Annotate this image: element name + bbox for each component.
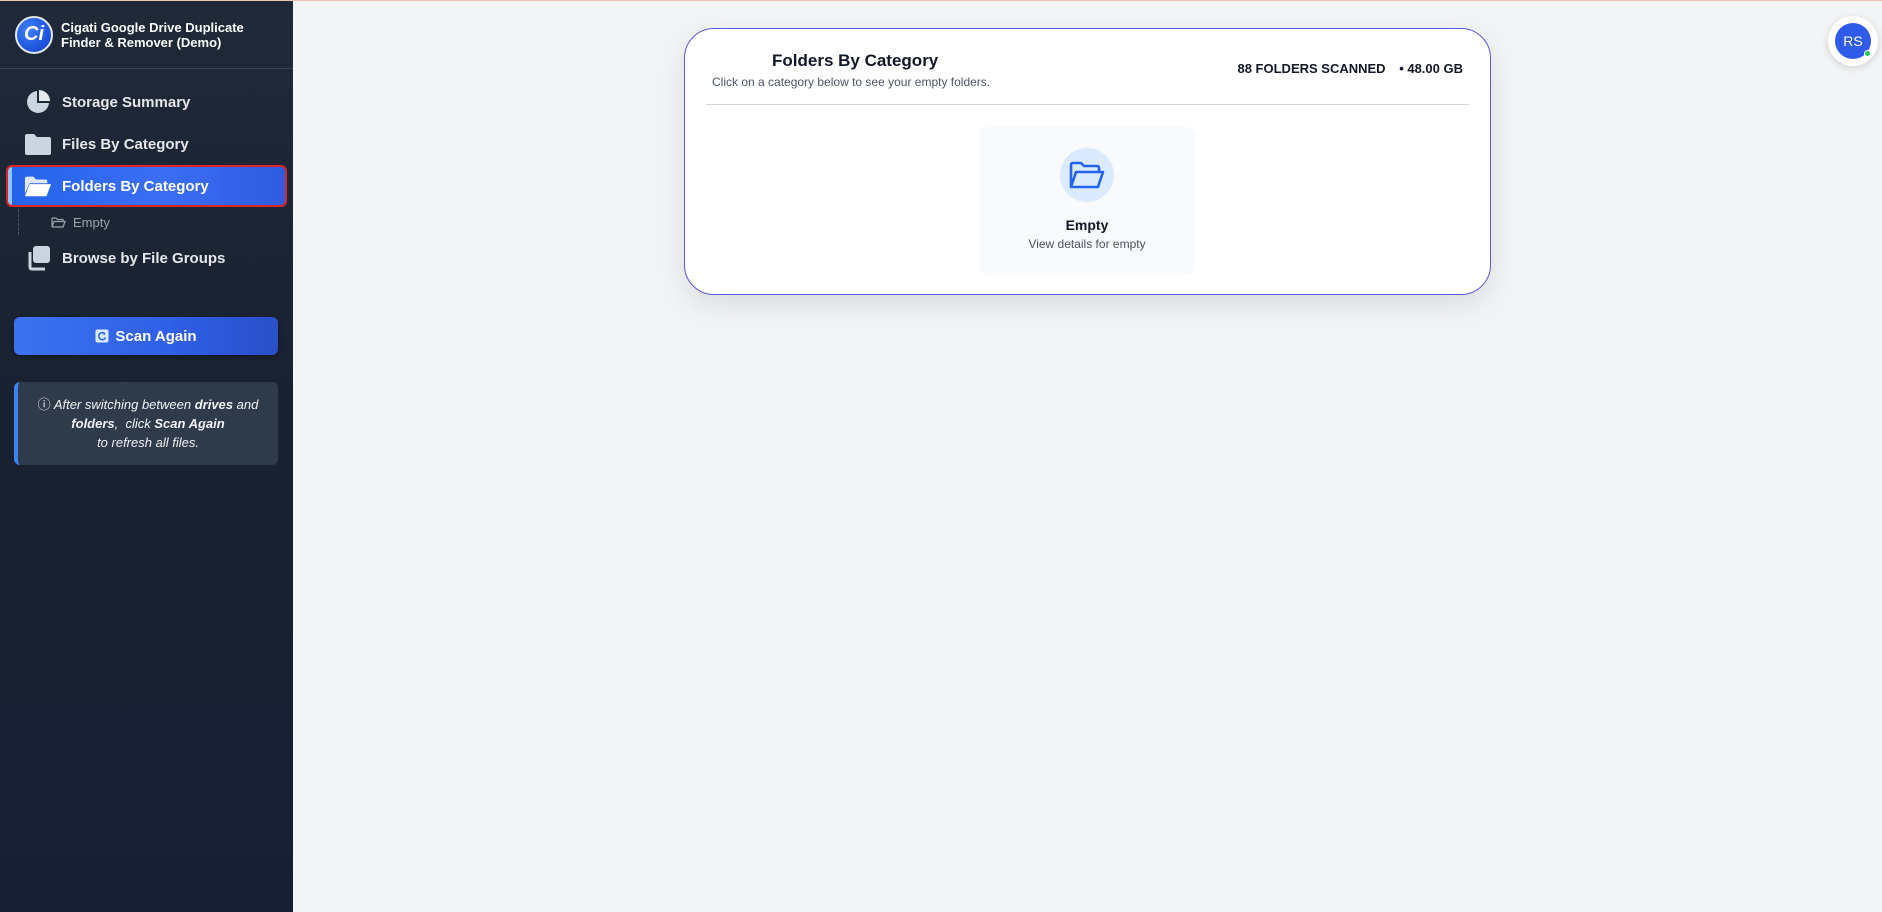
user-avatar-container: RS xyxy=(1828,16,1878,66)
sidebar-item-storage-summary[interactable]: Storage Summary xyxy=(8,83,285,121)
sidebar-item-label: Folders By Category xyxy=(62,177,209,195)
scan-again-label: Scan Again xyxy=(115,327,197,345)
sidebar-item-files-by-category[interactable]: Files By Category xyxy=(8,125,285,163)
folder-open-icon xyxy=(1060,148,1114,202)
note-line-2: folders, click Scan Again xyxy=(18,414,278,433)
online-status-dot xyxy=(1864,50,1871,57)
app-logo: Ci xyxy=(15,15,53,54)
sidebar: Ci Cigati Google Drive Duplicate Finder … xyxy=(0,1,293,912)
card-title: Folders By Category xyxy=(772,51,939,70)
sidebar-item-folders-by-category[interactable]: Folders By Category xyxy=(6,165,287,207)
divider xyxy=(706,104,1469,105)
note-drives: drives xyxy=(194,397,234,412)
refresh-icon xyxy=(95,329,109,343)
note-line-3: to refresh all files. xyxy=(97,435,199,450)
category-tile-empty[interactable]: Empty View details for empty xyxy=(979,127,1195,275)
note-text-1: After switching between xyxy=(53,397,195,412)
info-icon: ⓘ xyxy=(37,397,51,412)
note-folders: folders xyxy=(71,416,115,431)
folder-open-icon xyxy=(24,172,52,200)
sidebar-item-label: Files By Category xyxy=(62,135,189,153)
scan-again-button[interactable]: Scan Again xyxy=(14,317,278,355)
folder-open-outline-icon xyxy=(51,215,67,229)
user-avatar[interactable]: RS xyxy=(1835,23,1871,59)
folders-by-category-card: Folders By Category Click on a category … xyxy=(684,28,1491,295)
folders-scanned-count: 88 FOLDERS SCANNED xyxy=(1237,61,1386,76)
sidebar-subitem-empty[interactable]: Empty xyxy=(18,209,293,235)
brand-header: Ci Cigati Google Drive Duplicate Finder … xyxy=(0,1,293,69)
info-note: ⓘ After switching between drives and fol… xyxy=(14,382,278,465)
folder-icon xyxy=(24,130,52,158)
card-subtitle: Click on a category below to see your em… xyxy=(712,75,991,89)
sidebar-item-label: Storage Summary xyxy=(62,93,191,111)
copy-icon xyxy=(24,244,52,272)
note-scan-again: Scan Again xyxy=(154,416,225,431)
note-text-2: and xyxy=(233,397,259,412)
sidebar-subitem-label: Empty xyxy=(73,214,110,230)
sidebar-item-label: Browse by File Groups xyxy=(62,249,226,267)
scan-stats: 88 FOLDERS SCANNED • 48.00 GB xyxy=(1237,61,1463,76)
note-line-1: ⓘ After switching between drives and xyxy=(18,395,278,414)
total-size: • 48.00 GB xyxy=(1399,61,1463,76)
app-title: Cigati Google Drive Duplicate Finder & R… xyxy=(61,19,244,50)
avatar-initials: RS xyxy=(1843,33,1863,49)
category-name: Empty xyxy=(1065,217,1109,233)
pie-chart-icon xyxy=(24,88,52,116)
note-text-3: , click xyxy=(114,416,155,431)
category-description: View details for empty xyxy=(1028,237,1146,251)
sidebar-nav: Storage Summary Files By Category Folder… xyxy=(0,69,293,277)
sidebar-item-browse-file-groups[interactable]: Browse by File Groups xyxy=(8,239,285,277)
